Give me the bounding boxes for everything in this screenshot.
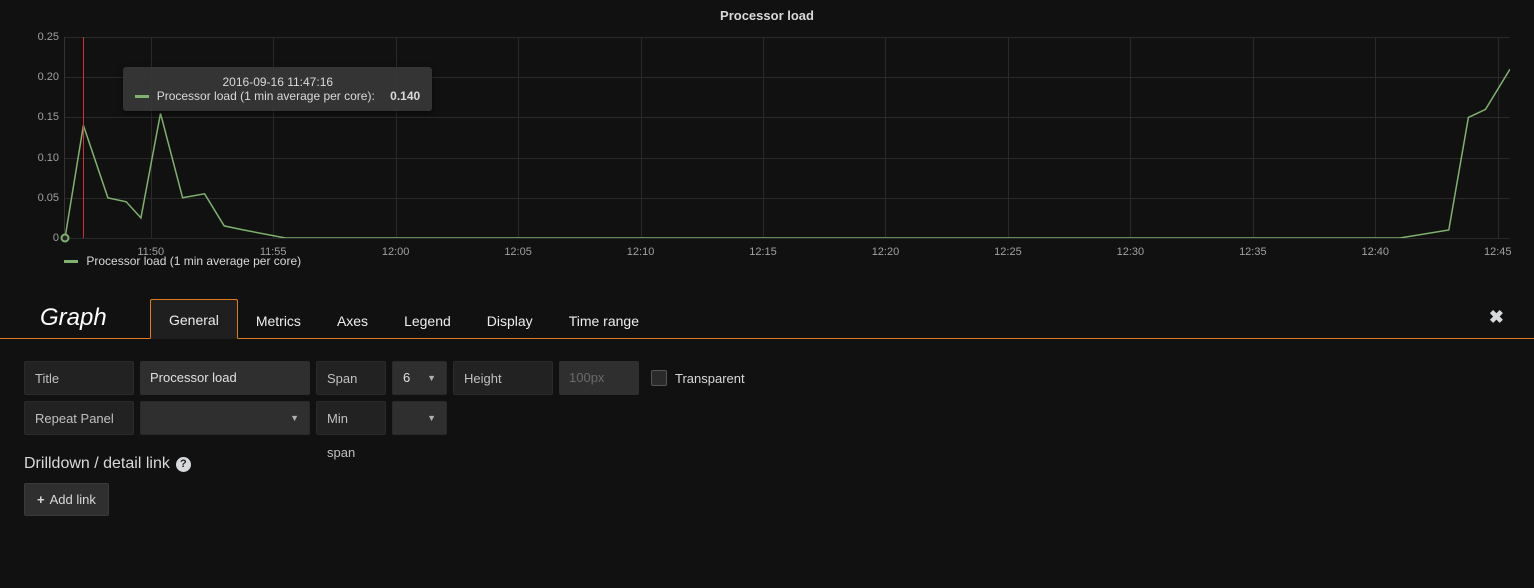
tab-timerange[interactable]: Time range [551,301,657,339]
close-editor-button[interactable]: ✖ [1489,307,1504,328]
legend-label: Processor load (1 min average per core) [86,254,301,268]
tab-axes[interactable]: Axes [319,301,386,339]
x-tick: 12:25 [994,246,1022,258]
tab-metrics[interactable]: Metrics [238,301,319,339]
tooltip-time: 2016-09-16 11:47:16 [135,75,420,89]
tooltip-value: 0.140 [390,89,420,103]
chevron-down-icon: ▼ [290,401,299,435]
x-tick: 12:30 [1117,246,1145,258]
add-link-button[interactable]: + Add link [24,483,109,516]
editor-title: Graph [40,304,107,332]
y-tick: 0 [25,232,59,244]
x-tick: 12:45 [1484,246,1512,258]
y-tick: 0.15 [25,111,59,123]
chart-title: Processor load [0,0,1534,23]
tab-legend[interactable]: Legend [386,301,469,339]
x-tick: 12:35 [1239,246,1267,258]
y-tick: 0.05 [25,192,59,204]
x-tick: 12:05 [504,246,532,258]
x-tick: 12:10 [627,246,655,258]
chart-area[interactable]: 2016-09-16 11:47:16 Processor load (1 mi… [24,31,1510,271]
x-tick: 12:20 [872,246,900,258]
repeat-panel-select[interactable]: ▼ [140,401,310,435]
chart-legend[interactable]: Processor load (1 min average per core) [64,254,301,268]
x-tick: 12:00 [382,246,410,258]
drilldown-section-heading: Drilldown / detail link ? [24,455,1510,473]
title-label: Title [24,361,134,395]
span-select[interactable]: 6▼ [392,361,447,395]
plus-icon: + [37,492,45,507]
y-tick: 0.10 [25,152,59,164]
editor-tabs: GeneralMetricsAxesLegendDisplayTime rang… [150,299,657,339]
hover-marker-line [83,37,84,238]
transparent-checkbox[interactable]: Transparent [645,361,751,395]
checkbox-box[interactable] [651,370,667,386]
y-tick: 0.20 [25,71,59,83]
plot-area[interactable]: 2016-09-16 11:47:16 Processor load (1 mi… [64,37,1510,239]
span-label: Span [316,361,386,395]
chevron-down-icon: ▼ [427,401,436,435]
x-tick: 12:15 [749,246,777,258]
min-span-label: Min span [316,401,386,435]
y-tick: 0.25 [25,31,59,43]
panel-editor: Graph GeneralMetricsAxesLegendDisplayTim… [0,295,1534,538]
min-span-select[interactable]: ▼ [392,401,447,435]
series-start-marker [61,234,70,243]
chevron-down-icon: ▼ [427,361,436,395]
x-tick: 12:40 [1362,246,1390,258]
height-input[interactable] [559,361,639,395]
height-label: Height [453,361,553,395]
chart-panel: Processor load 2016-09-16 11:47:16 Proce… [0,0,1534,271]
tooltip-series-label: Processor load (1 min average per core): [157,89,375,103]
tab-general[interactable]: General [150,299,238,339]
tooltip-swatch [135,95,149,98]
repeat-panel-label: Repeat Panel [24,401,134,435]
help-icon[interactable]: ? [176,457,191,472]
title-input[interactable] [140,361,310,395]
legend-swatch [64,260,78,263]
tab-display[interactable]: Display [469,301,551,339]
hover-tooltip: 2016-09-16 11:47:16 Processor load (1 mi… [123,67,432,111]
transparent-label: Transparent [675,371,745,386]
